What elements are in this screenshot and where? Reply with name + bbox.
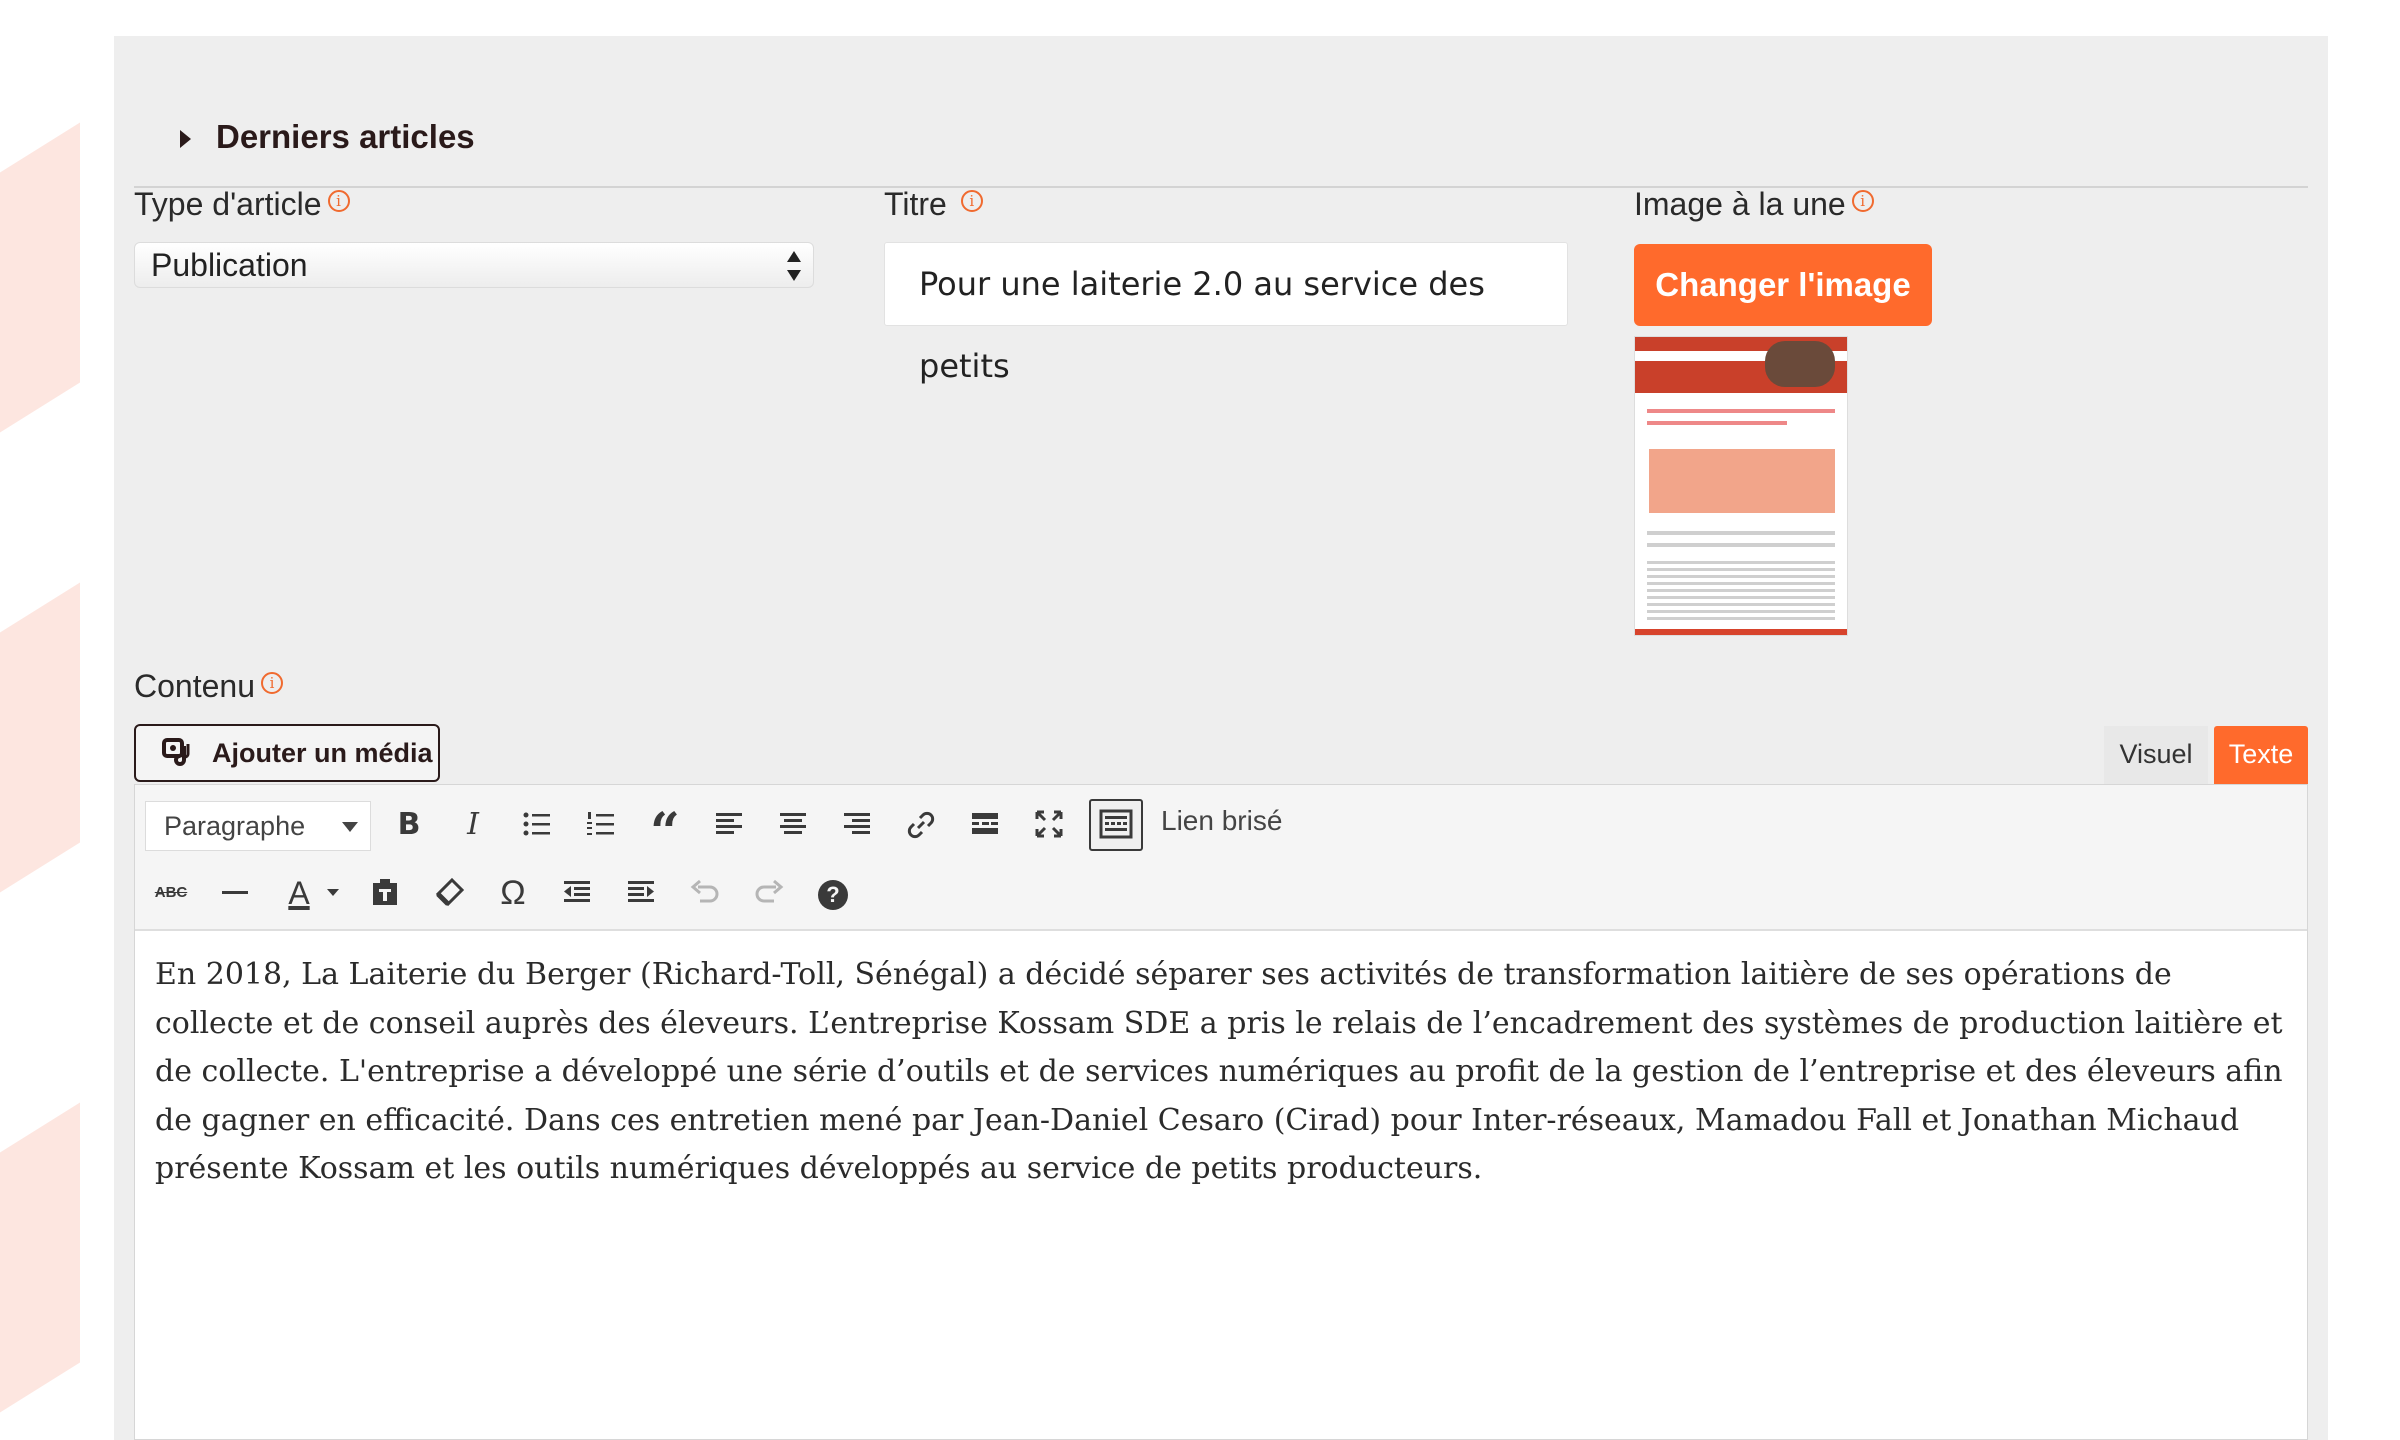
blockquote-icon[interactable]: “ xyxy=(641,801,689,863)
caret-right-icon[interactable] xyxy=(180,130,191,148)
article-type-select[interactable]: Publication xyxy=(134,242,814,288)
add-media-label: Ajouter un média xyxy=(212,738,433,768)
help-glyph: ? xyxy=(818,880,848,910)
numbered-list-icon[interactable] xyxy=(577,801,625,849)
tab-visual[interactable]: Visuel xyxy=(2104,726,2208,784)
horizontal-line-icon[interactable] xyxy=(211,869,259,917)
tab-text[interactable]: Texte xyxy=(2214,726,2308,784)
link-icon[interactable] xyxy=(897,801,945,849)
bold-icon[interactable]: B xyxy=(385,801,433,849)
align-right-icon[interactable] xyxy=(833,801,881,849)
add-media-button[interactable]: Ajouter un média xyxy=(134,724,440,782)
text-color-dropdown-icon[interactable] xyxy=(321,869,345,917)
format-select[interactable]: Paragraphe xyxy=(145,801,371,851)
thumbnail-line xyxy=(1647,409,1835,413)
content-label: Contenu i xyxy=(134,668,283,705)
select-arrows-icon xyxy=(787,251,801,281)
featured-image-thumbnail[interactable] xyxy=(1634,336,1848,636)
read-more-icon[interactable] xyxy=(961,801,1009,849)
italic-icon[interactable]: I xyxy=(449,801,497,849)
type-label: Type d'article i xyxy=(134,186,350,223)
align-center-icon[interactable] xyxy=(769,801,817,849)
info-icon[interactable]: i xyxy=(327,190,350,212)
article-form-panel: Derniers articles Type d'article i Public… xyxy=(114,36,2328,1440)
broken-link-label[interactable]: Lien brisé xyxy=(1161,805,1282,837)
special-character-icon[interactable]: Ω xyxy=(489,869,537,917)
content-editor: Paragraphe B I “ Lien brisé ABC A Ω ? En… xyxy=(134,784,2308,1440)
thumbnail-line xyxy=(1647,531,1835,535)
strikethrough-icon[interactable]: ABC xyxy=(147,869,195,917)
toolbar-toggle-icon[interactable] xyxy=(1089,799,1143,851)
thumbnail-text-block xyxy=(1647,561,1835,621)
undo-icon[interactable] xyxy=(681,869,729,917)
info-icon[interactable]: i xyxy=(260,672,283,694)
article-type-value: Publication xyxy=(151,247,308,283)
fullscreen-icon[interactable] xyxy=(1025,801,1073,849)
text-color-icon[interactable]: A xyxy=(275,869,323,917)
bullet-list-icon[interactable] xyxy=(513,801,561,849)
redo-icon[interactable] xyxy=(745,869,793,917)
title-label: Titre i xyxy=(884,186,983,223)
section-header[interactable]: Derniers articles xyxy=(134,76,2308,188)
align-left-icon[interactable] xyxy=(705,801,753,849)
outdent-icon[interactable] xyxy=(553,869,601,917)
info-icon[interactable]: i xyxy=(960,190,983,212)
featured-image-label: Image à la une i xyxy=(1634,186,1874,223)
editor-toolbar: Paragraphe B I “ Lien brisé ABC A Ω ? xyxy=(135,785,2307,931)
title-input[interactable]: Pour une laiterie 2.0 au service des pet… xyxy=(884,242,1568,385)
thumbnail-highlight xyxy=(1649,449,1835,513)
format-select-value: Paragraphe xyxy=(164,811,306,841)
background-decoration xyxy=(0,0,120,1440)
indent-icon[interactable] xyxy=(617,869,665,917)
thumbnail-line xyxy=(1647,543,1835,547)
clear-formatting-icon[interactable] xyxy=(425,869,473,917)
media-icon xyxy=(162,738,190,766)
help-icon[interactable]: ? xyxy=(809,869,857,917)
thumbnail-photo xyxy=(1765,341,1835,387)
thumbnail-footer xyxy=(1635,629,1847,635)
thumbnail-line xyxy=(1647,421,1787,425)
chevron-down-icon xyxy=(342,822,358,832)
info-icon[interactable]: i xyxy=(1851,190,1874,212)
section-title: Derniers articles xyxy=(216,118,475,155)
editor-body-text[interactable]: En 2018, La Laiterie du Berger (Richard-… xyxy=(155,951,2285,1194)
paste-text-icon[interactable] xyxy=(361,869,409,917)
change-image-button[interactable]: Changer l'image xyxy=(1634,244,1932,326)
